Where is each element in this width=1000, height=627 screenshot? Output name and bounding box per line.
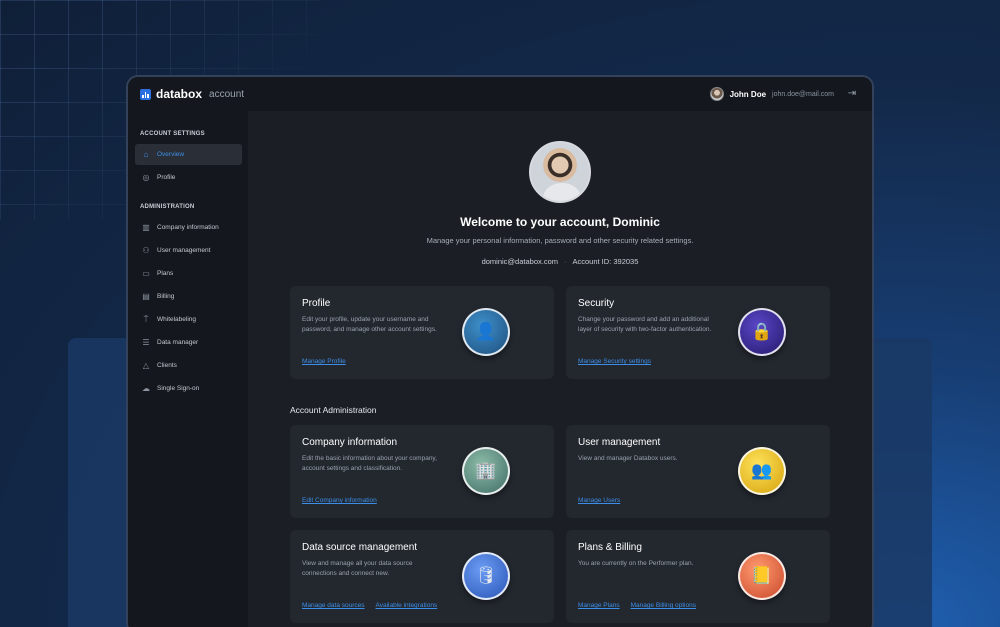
company-information-card: Company information Edit the basic infor… xyxy=(290,425,554,518)
account-info: dominic@databox.com · Account ID: 392035 xyxy=(290,257,830,266)
card-title: Data source management xyxy=(302,542,418,553)
main-content: Welcome to your account, Dominic Manage … xyxy=(248,111,872,627)
profile-header: Welcome to your account, Dominic Manage … xyxy=(290,141,830,266)
section-title-administration: Account Administration xyxy=(290,405,377,415)
user-management-card: User management View and manager Databox… xyxy=(566,425,830,518)
card-description: View and manager Databox users. xyxy=(578,455,678,462)
brand-sub: account xyxy=(209,88,245,100)
available-integrations-link[interactable]: Available integrations xyxy=(376,602,438,609)
separator: · xyxy=(564,257,567,266)
card-title: Plans & Billing xyxy=(578,542,642,553)
user-email: john.doe@mail.com xyxy=(772,90,834,98)
sidebar-item-profile[interactable]: ◎ Profile xyxy=(135,167,242,188)
manage-profile-link[interactable]: Manage Profile xyxy=(302,358,346,365)
card-description: Edit your profile, update your username … xyxy=(302,316,437,333)
manage-users-link[interactable]: Manage Users xyxy=(578,497,620,504)
account-cards: Profile Edit your profile, update your u… xyxy=(290,286,830,379)
card-title: Security xyxy=(578,298,615,309)
user-avatar[interactable] xyxy=(709,87,724,101)
sidebar-item-clients[interactable]: △ Clients xyxy=(135,355,242,376)
account-email: dominic@databox.com xyxy=(481,257,558,266)
data-source-card: Data source management View and manage a… xyxy=(290,530,554,623)
sidebar-item-label: Data manager xyxy=(157,339,199,346)
page-subtitle: Manage your personal information, passwo… xyxy=(426,236,694,245)
sidebar-item-user-management[interactable]: ⚇ User management xyxy=(135,240,242,261)
cloud-icon: ☁ xyxy=(142,384,150,393)
sidebar-item-label: Overview xyxy=(157,151,185,158)
billing-icon: ▤ xyxy=(142,292,150,301)
brand[interactable]: databox account xyxy=(140,87,244,101)
card-icon: ▭ xyxy=(142,269,150,278)
sidebar-item-label: Clients xyxy=(157,362,177,369)
paint-roller-icon: ⍑ xyxy=(143,314,149,324)
security-card: Security Change your password and add an… xyxy=(566,286,830,379)
sidebar-item-label: Company information xyxy=(157,224,219,231)
brand-name: databox xyxy=(156,87,203,101)
account-id: Account ID: 392035 xyxy=(572,257,639,266)
databox-logo-icon xyxy=(140,88,151,100)
manage-data-sources-link[interactable]: Manage data sources xyxy=(302,602,365,609)
sidebar-item-plans[interactable]: ▭ Plans xyxy=(135,263,242,284)
database-icon: ☰ xyxy=(142,338,150,347)
card-description: Edit the basic information about your co… xyxy=(302,455,438,472)
users-icon: ⚇ xyxy=(142,246,150,255)
building-icon: ▥ xyxy=(142,223,150,232)
sidebar-section-settings: ACCOUNT SETTINGS xyxy=(140,131,205,137)
user-menu[interactable]: John Doe john.doe@mail.com ⇥ xyxy=(709,87,858,101)
manage-billing-link[interactable]: Manage Billing options xyxy=(631,602,696,609)
sidebar-item-label: Profile xyxy=(157,174,176,181)
admin-cards: Company information Edit the basic infor… xyxy=(290,425,830,623)
page-title: Welcome to your account, Dominic xyxy=(460,215,660,229)
logout-icon[interactable]: ⇥ xyxy=(846,88,858,100)
card-description: View and manage all your data source con… xyxy=(302,560,413,577)
card-title: User management xyxy=(578,437,661,448)
users-icon: 👥 xyxy=(738,447,786,495)
user-name: John Doe xyxy=(729,89,767,99)
database-icon: 🛢 xyxy=(462,552,510,600)
sidebar-item-billing[interactable]: ▤ Billing xyxy=(135,286,242,307)
card-title: Company information xyxy=(302,437,398,448)
sidebar-section-administration: ADMINISTRATION xyxy=(140,204,195,210)
lock-icon: 🔒 xyxy=(738,308,786,356)
sidebar-item-label: Whitelabeling xyxy=(157,316,197,323)
sidebar-item-data-manager[interactable]: ☰ Data manager xyxy=(135,332,242,353)
manage-security-link[interactable]: Manage Security settings xyxy=(578,358,651,365)
sidebar-item-overview[interactable]: ⌂ Overview xyxy=(135,144,242,165)
clients-icon: △ xyxy=(142,361,150,370)
sidebar-item-label: Single Sign-on xyxy=(157,385,200,392)
home-icon: ⌂ xyxy=(143,150,149,159)
user-icon: 👤 xyxy=(462,308,510,356)
sidebar-item-label: Plans xyxy=(157,270,174,277)
app-window: databox account John Doe john.doe@mail.c… xyxy=(126,75,874,627)
card-title: Profile xyxy=(302,298,331,309)
building-icon: 🏢 xyxy=(462,447,510,495)
plans-billing-card: Plans & Billing You are currently on the… xyxy=(566,530,830,623)
sidebar-item-whitelabeling[interactable]: ⍑ Whitelabeling xyxy=(135,309,242,330)
profile-avatar xyxy=(529,141,591,203)
manage-plans-link[interactable]: Manage Plans xyxy=(578,602,620,609)
edit-company-link[interactable]: Edit Company information xyxy=(302,497,377,504)
user-circle-icon: ◎ xyxy=(142,173,150,182)
sidebar-item-label: User management xyxy=(157,247,211,254)
billing-icon: 📒 xyxy=(738,552,786,600)
sidebar: ACCOUNT SETTINGS ⌂ Overview ◎ Profile AD… xyxy=(128,111,248,627)
card-description: Change your password and add an addition… xyxy=(578,316,712,333)
sidebar-item-label: Billing xyxy=(157,293,175,300)
sidebar-item-company-information[interactable]: ▥ Company information xyxy=(135,217,242,238)
top-bar: databox account John Doe john.doe@mail.c… xyxy=(128,77,872,111)
profile-card: Profile Edit your profile, update your u… xyxy=(290,286,554,379)
sidebar-item-single-sign-on[interactable]: ☁ Single Sign-on xyxy=(135,378,242,399)
card-description: You are currently on the Performer plan. xyxy=(578,560,694,567)
